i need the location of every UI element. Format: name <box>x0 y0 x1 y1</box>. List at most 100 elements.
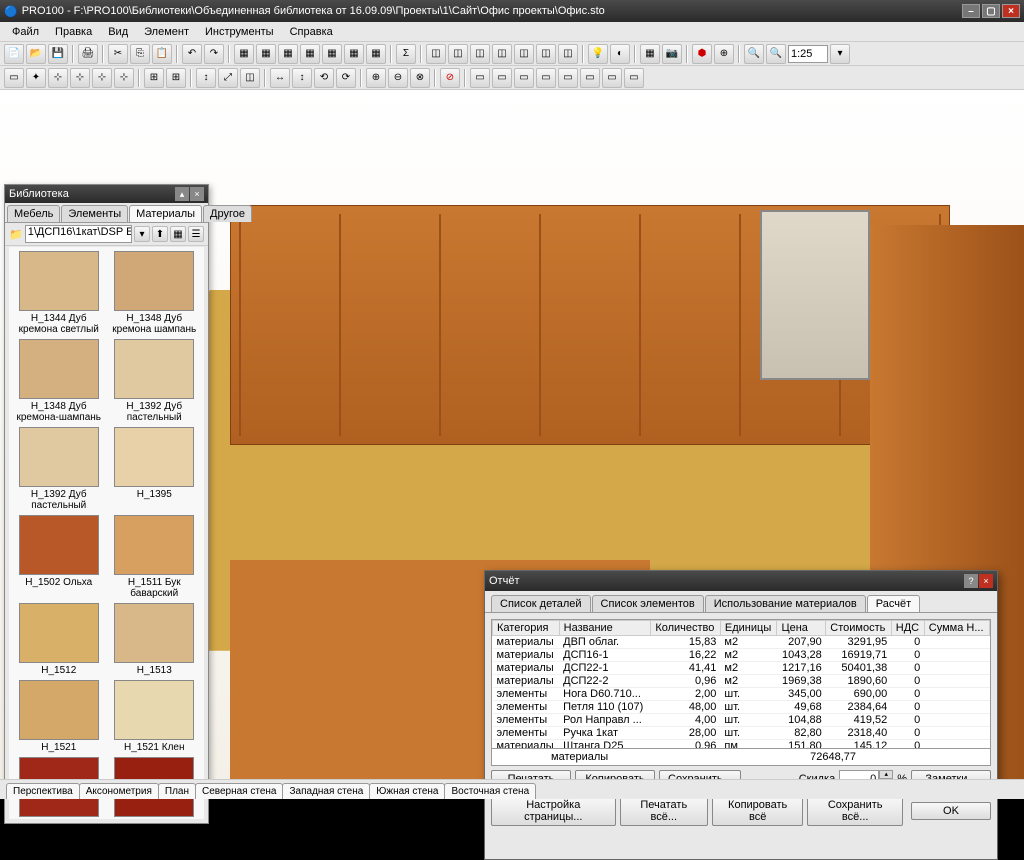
table-row[interactable]: элементыНога D60.710...2,00шт.345,00690,… <box>493 688 990 701</box>
tool-icon[interactable]: ✦ <box>26 68 46 88</box>
tool-icon[interactable]: ▭ <box>602 68 622 88</box>
tab-elements[interactable]: Элементы <box>61 205 128 222</box>
new-icon[interactable]: 📄 <box>4 44 24 64</box>
tool-icon[interactable]: ⊗ <box>410 68 430 88</box>
tool-icon[interactable]: ▭ <box>624 68 644 88</box>
tool-icon[interactable]: ▭ <box>558 68 578 88</box>
tool-icon[interactable]: ▭ <box>514 68 534 88</box>
close-icon[interactable]: × <box>979 574 993 588</box>
tool-icon[interactable]: ▦ <box>322 44 342 64</box>
tab-materials[interactable]: Материалы <box>129 205 202 222</box>
tool-icon[interactable]: ⊹ <box>114 68 134 88</box>
tool-icon[interactable]: ▭ <box>580 68 600 88</box>
save-all-button[interactable]: Сохранить всё... <box>807 796 903 826</box>
tool-icon[interactable]: ▦ <box>278 44 298 64</box>
zoom-dropdown-icon[interactable]: ▾ <box>830 44 850 64</box>
tool-icon[interactable]: ▦ <box>234 44 254 64</box>
paste-icon[interactable]: 📋 <box>152 44 172 64</box>
up-folder-icon[interactable]: ⬆ <box>152 226 168 242</box>
tool-icon[interactable]: ↕ <box>196 68 216 88</box>
tool-icon[interactable]: ◐ <box>610 44 630 64</box>
tool-icon[interactable]: ⟲ <box>314 68 334 88</box>
menu-element[interactable]: Элемент <box>136 24 197 40</box>
tab-other[interactable]: Другое <box>203 205 252 222</box>
vtab-east[interactable]: Восточная стена <box>444 783 536 799</box>
zoom-field[interactable] <box>788 45 828 63</box>
tool-icon[interactable]: ◫ <box>470 44 490 64</box>
menu-view[interactable]: Вид <box>100 24 136 40</box>
table-row[interactable]: элементыРучка 1кат28,00шт.82,802318,400 <box>493 727 990 740</box>
cut-icon[interactable]: ✂ <box>108 44 128 64</box>
copy-all-button[interactable]: Копировать всё <box>712 796 803 826</box>
redo-icon[interactable]: ↷ <box>204 44 224 64</box>
tab-material-usage[interactable]: Использование материалов <box>705 595 866 612</box>
tab-elements-list[interactable]: Список элементов <box>592 595 704 612</box>
copy-icon[interactable]: ⎘ <box>130 44 150 64</box>
tab-calculation[interactable]: Расчёт <box>867 595 920 612</box>
list-icon[interactable]: ☰ <box>188 226 204 242</box>
tool-icon[interactable]: ↔ <box>270 68 290 88</box>
tool-icon[interactable]: 📷 <box>662 44 682 64</box>
print-icon[interactable]: 🖨 <box>78 44 98 64</box>
open-icon[interactable]: 📂 <box>26 44 46 64</box>
material-item[interactable]: H_1348 Дуб кремона шампань <box>109 251 201 335</box>
tool-icon[interactable]: ◫ <box>536 44 556 64</box>
ok-button[interactable]: OK <box>911 802 991 820</box>
material-item[interactable]: H_1502 Ольха <box>13 515 105 599</box>
table-row[interactable]: материалыДСП22-20,96м21969,381890,600 <box>493 675 990 688</box>
table-row[interactable]: материалыШтанга D250,96пм151,80145,120 <box>493 740 990 750</box>
sum-icon[interactable]: Σ <box>396 44 416 64</box>
menu-tools[interactable]: Инструменты <box>197 24 282 40</box>
magnet-icon[interactable]: ⬢ <box>692 44 712 64</box>
tool-icon[interactable]: ⊖ <box>388 68 408 88</box>
table-row[interactable]: материалыДВП облаг.15,83м2207,903291,950 <box>493 636 990 649</box>
tool-icon[interactable]: ⊹ <box>70 68 90 88</box>
material-item[interactable]: H_1521 Клен <box>109 680 201 753</box>
close-button[interactable]: × <box>1002 4 1020 18</box>
material-item[interactable]: H_1348 Дуб кремона-шампань <box>13 339 105 423</box>
zoom-out-icon[interactable]: 🔍 <box>744 44 764 64</box>
rollup-icon[interactable]: ▴ <box>175 187 189 201</box>
tool-icon[interactable]: ◫ <box>448 44 468 64</box>
tab-furniture[interactable]: Мебель <box>7 205 60 222</box>
table-row[interactable]: материалыДСП16-116,22м21043,2816919,710 <box>493 649 990 662</box>
menu-file[interactable]: Файл <box>4 24 47 40</box>
tool-icon[interactable]: ◫ <box>492 44 512 64</box>
material-item[interactable]: H_1513 <box>109 603 201 676</box>
grid-icon[interactable]: ⊞ <box>166 68 186 88</box>
tool-icon[interactable]: ▦ <box>640 44 660 64</box>
help-icon[interactable]: ? <box>964 574 978 588</box>
view-icon[interactable]: ▦ <box>170 226 186 242</box>
tool-icon[interactable]: ↕ <box>292 68 312 88</box>
tool-icon[interactable]: ▦ <box>366 44 386 64</box>
material-item[interactable]: H_1392 Дуб пастельный <box>109 339 201 423</box>
print-all-button[interactable]: Печатать всё... <box>620 796 708 826</box>
tool-icon[interactable]: ▭ <box>470 68 490 88</box>
path-dropdown-icon[interactable]: ▾ <box>134 226 150 242</box>
vtab-plan[interactable]: План <box>158 783 196 799</box>
table-row[interactable]: материалыДСП22-141,41м21217,1650401,380 <box>493 662 990 675</box>
vtab-perspective[interactable]: Перспектива <box>6 783 80 799</box>
stop-icon[interactable]: ⊘ <box>440 68 460 88</box>
material-item[interactable]: H_1392 Дуб пастельный <box>13 427 105 511</box>
tool-icon[interactable]: ▭ <box>492 68 512 88</box>
menu-edit[interactable]: Правка <box>47 24 100 40</box>
report-table[interactable]: КатегорияНазваниеКоличествоЕдиницыЦенаСт… <box>491 619 991 749</box>
select-icon[interactable]: ▭ <box>4 68 24 88</box>
vtab-south[interactable]: Южная стена <box>369 783 445 799</box>
material-item[interactable]: H_1395 <box>109 427 201 511</box>
vtab-north[interactable]: Северная стена <box>195 783 284 799</box>
table-row[interactable]: элементыПетля 110 (107)48,00шт.49,682384… <box>493 701 990 714</box>
grid-icon[interactable]: ⊞ <box>144 68 164 88</box>
tool-icon[interactable]: ⟳ <box>336 68 356 88</box>
table-row[interactable]: элементыРол Направл ...4,00шт.104,88419,… <box>493 714 990 727</box>
save-icon[interactable]: 💾 <box>48 44 68 64</box>
tool-icon[interactable]: ◫ <box>514 44 534 64</box>
minimize-button[interactable]: – <box>962 4 980 18</box>
tool-icon[interactable]: ⊹ <box>92 68 112 88</box>
undo-icon[interactable]: ↶ <box>182 44 202 64</box>
vtab-west[interactable]: Западная стена <box>282 783 370 799</box>
tool-icon[interactable]: ⊹ <box>48 68 68 88</box>
page-setup-button[interactable]: Настройка страницы... <box>491 796 616 826</box>
material-item[interactable]: H_1512 <box>13 603 105 676</box>
